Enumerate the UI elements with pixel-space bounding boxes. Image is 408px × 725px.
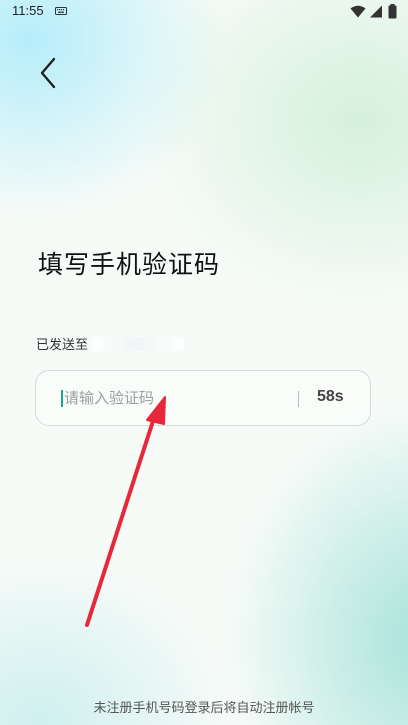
sent-to-label: 已发送至 bbox=[36, 338, 89, 353]
input-divider bbox=[298, 391, 299, 407]
wifi-icon bbox=[350, 5, 366, 18]
status-time: 11:55 bbox=[12, 3, 44, 18]
footer-note: 未注册手机号码登录后将自动注册帐号 bbox=[93, 701, 315, 716]
resend-countdown[interactable]: 58s bbox=[317, 388, 344, 406]
back-button[interactable] bbox=[34, 55, 66, 91]
text-caret bbox=[61, 390, 63, 407]
signal-icon bbox=[370, 5, 382, 18]
verification-code-box: 58s bbox=[35, 370, 371, 426]
verification-code-input[interactable] bbox=[64, 383, 284, 413]
masked-phone-number: 177 bbox=[92, 337, 185, 351]
battery-icon bbox=[388, 4, 397, 19]
keyboard-icon bbox=[55, 7, 67, 15]
chevron-left-icon bbox=[40, 57, 56, 89]
status-bar: 11:55 bbox=[0, 0, 408, 24]
page-title: 填写手机验证码 bbox=[38, 250, 221, 279]
annotation-arrow bbox=[85, 396, 166, 627]
sent-to-line: 已发送至177 bbox=[36, 334, 185, 353]
